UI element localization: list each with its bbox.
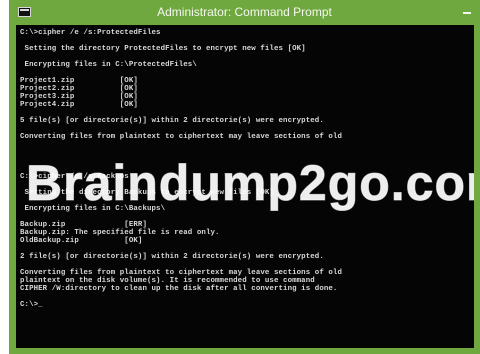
console-line: 2 file(s) [or directorie(s)] within 2 di… [20, 253, 324, 261]
console-line: Project2.zip [OK] [20, 85, 138, 93]
watermark: Braindump2go.com [25, 155, 474, 211]
minimize-button[interactable] [460, 4, 474, 18]
window-title: Administrator: Command Prompt [157, 5, 332, 19]
console-line: plaintext on the disk volume(s). It is r… [20, 277, 315, 285]
console-line: Project1.zip [OK] [20, 77, 138, 85]
console-line: Project4.zip [OK] [20, 101, 138, 109]
console-line: Converting files from plaintext to ciphe… [20, 269, 342, 277]
console-line: C:\>_ [20, 301, 43, 309]
command-prompt-window: Administrator: Command Prompt C:\>cipher… [9, 0, 480, 354]
console-line: CIPHER /W:directory to clean up the disk… [20, 285, 338, 293]
console-line: Setting the directory ProtectedFiles to … [20, 45, 306, 53]
console-line: Backup.zip: The specified file is read o… [20, 229, 220, 237]
title-bar[interactable]: Administrator: Command Prompt [9, 0, 480, 25]
console-line: C:\>cipher /e /s:ProtectedFiles [20, 29, 161, 37]
console-line: Project3.zip [OK] [20, 93, 138, 101]
console-line: Backup.zip [ERR] [20, 221, 147, 229]
console-line: Encrypting files in C:\ProtectedFiles\ [20, 61, 197, 69]
console-line: 5 file(s) [or directorie(s)] within 2 di… [20, 117, 324, 125]
console-line: Converting files from plaintext to ciphe… [20, 133, 342, 141]
console-line: OldBackup.zip [OK] [20, 237, 143, 245]
console-output[interactable]: C:\>cipher /e /s:ProtectedFiles Setting … [16, 25, 474, 348]
